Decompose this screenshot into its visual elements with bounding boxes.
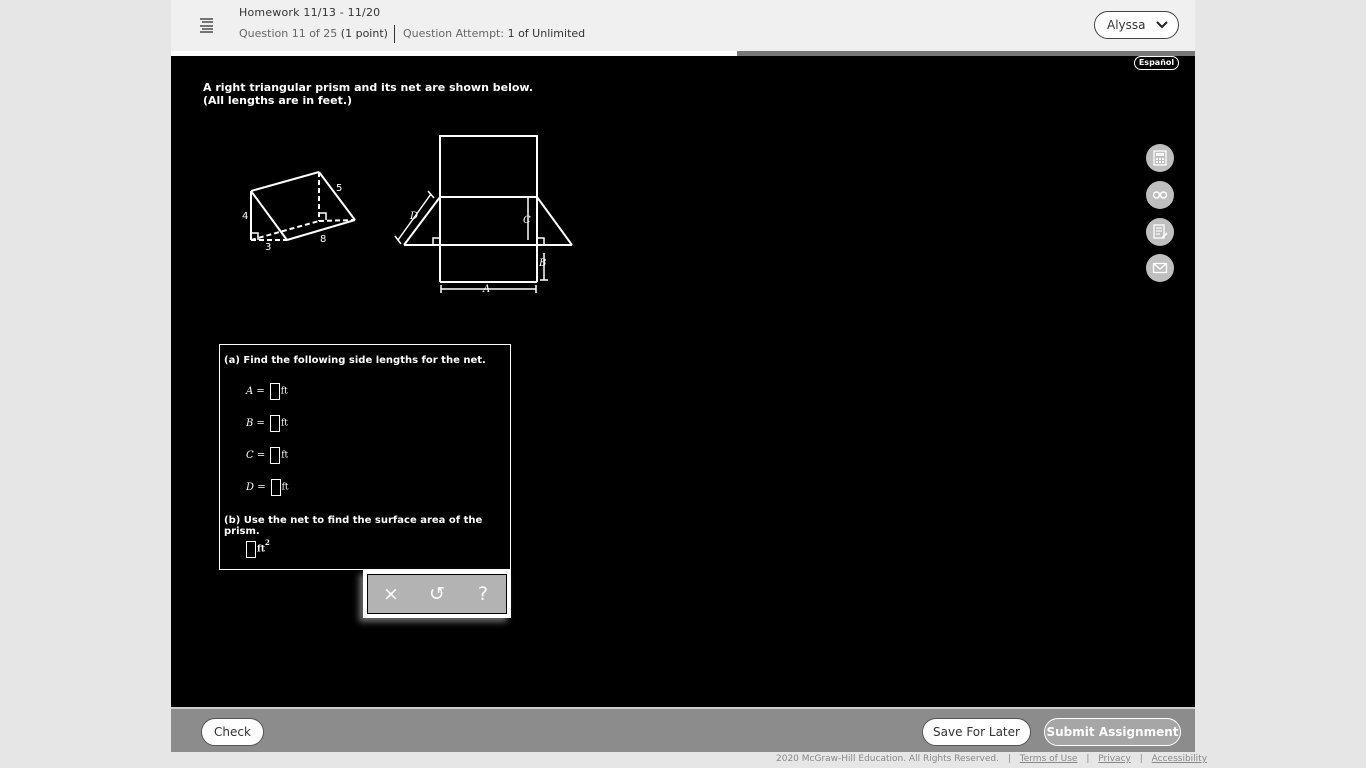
area-exponent: 2 xyxy=(265,538,270,547)
equals-sign: = xyxy=(253,386,265,397)
prism-label-8: 8 xyxy=(320,234,326,245)
glasses-icon xyxy=(1152,191,1168,199)
terms-link[interactable]: Terms of Use xyxy=(1020,754,1078,764)
notes-button[interactable] xyxy=(1146,218,1174,246)
submit-assignment-button[interactable]: Submit Assignment xyxy=(1044,718,1181,746)
prism-label-5: 5 xyxy=(336,183,342,194)
unit-label: ft xyxy=(280,418,288,429)
answer-row-b: B = ft xyxy=(246,415,288,432)
language-toggle-button[interactable]: Español xyxy=(1134,56,1179,70)
menu-button[interactable] xyxy=(193,12,219,38)
save-for-later-button[interactable]: Save For Later xyxy=(922,718,1031,746)
header: Homework 11/13 - 11/20 Question 11 of 25… xyxy=(171,0,1195,51)
chevron-down-icon xyxy=(1156,21,1168,29)
prism-figure: 4 3 5 8 A B C D xyxy=(242,135,573,295)
list-menu-icon xyxy=(200,18,213,33)
divider xyxy=(393,25,395,43)
net-label-c: C xyxy=(523,215,531,226)
close-icon: × xyxy=(383,583,399,605)
answer-input-b[interactable] xyxy=(269,415,280,432)
clear-answer-button[interactable]: × xyxy=(368,575,414,613)
user-menu-button[interactable]: Alyssa xyxy=(1094,11,1179,39)
check-button[interactable]: Check xyxy=(201,718,264,746)
variable-label: C xyxy=(246,450,254,461)
surface-area-input[interactable] xyxy=(246,541,256,558)
surface-area-row: ft2 xyxy=(246,538,270,558)
help-icon: ? xyxy=(477,583,489,605)
mail-icon xyxy=(1152,262,1168,274)
copyright-text: 2020 McGraw-Hill Education. All Rights R… xyxy=(776,754,999,764)
answer-box: (a) Find the following side lengths for … xyxy=(219,344,511,570)
answer-row-d: D = ft xyxy=(246,479,289,496)
assignment-title: Homework 11/13 - 11/20 xyxy=(239,6,381,19)
undo-button[interactable]: ↺ xyxy=(414,575,460,613)
attempt-value: 1 of Unlimited xyxy=(507,27,586,40)
undo-icon: ↺ xyxy=(429,583,445,605)
divider: | xyxy=(1139,754,1143,764)
divider: | xyxy=(1086,754,1090,764)
unit-label: ft xyxy=(281,482,289,493)
variable-label: D xyxy=(246,482,255,493)
question-info: Question 11 of 25 (1 point) Question Atte… xyxy=(239,25,585,43)
question-number: Question 11 of 25 xyxy=(239,27,338,40)
net-label-d: D xyxy=(409,211,418,222)
answer-row-a: A = ft xyxy=(246,383,288,400)
question-stage: Español A right triangular prism and its… xyxy=(171,56,1195,707)
equals-sign: = xyxy=(253,418,265,429)
privacy-link[interactable]: Privacy xyxy=(1098,754,1131,764)
calculator-icon xyxy=(1153,150,1167,166)
answer-input-d[interactable] xyxy=(270,479,281,496)
part-a-instructions: (a) Find the following side lengths for … xyxy=(224,355,486,366)
net-label-b: B xyxy=(538,258,546,269)
equals-sign: = xyxy=(254,482,266,493)
message-button[interactable] xyxy=(1146,254,1174,282)
copyright-bar: 2020 McGraw-Hill Education. All Rights R… xyxy=(776,754,1207,764)
app-window: Homework 11/13 - 11/20 Question 11 of 25… xyxy=(171,0,1207,768)
divider: | xyxy=(1007,754,1011,764)
equals-sign: = xyxy=(253,450,266,461)
help-button[interactable]: ? xyxy=(460,575,506,613)
answer-input-c[interactable] xyxy=(270,447,281,464)
answer-row-c: C = ft xyxy=(246,447,288,464)
net-label-a: A xyxy=(482,284,490,295)
part-b-instructions: (b) Use the net to find the surface area… xyxy=(224,515,483,537)
notes-icon xyxy=(1153,224,1168,239)
footer-bar: Check Save For Later Submit Assignment xyxy=(171,707,1195,752)
area-unit-label: ft xyxy=(257,544,266,555)
net-drawing xyxy=(394,135,573,293)
unit-label: ft xyxy=(280,386,288,397)
user-name: Alyssa xyxy=(1107,18,1146,32)
calculator-button[interactable] xyxy=(1146,144,1174,172)
prism-label-3: 3 xyxy=(265,242,271,253)
prism-label-4: 4 xyxy=(242,211,248,222)
unit-label: ft xyxy=(281,450,289,461)
answer-input-a[interactable] xyxy=(269,383,280,400)
question-points: (1 point) xyxy=(340,27,388,40)
attempt-label: Question Attempt: xyxy=(402,27,505,40)
answer-toolbar-inner: × ↺ ? xyxy=(367,574,507,614)
accessibility-link[interactable]: Accessibility xyxy=(1152,754,1207,764)
answer-toolbar: × ↺ ? xyxy=(363,570,511,618)
reader-glasses-button[interactable] xyxy=(1146,181,1174,209)
